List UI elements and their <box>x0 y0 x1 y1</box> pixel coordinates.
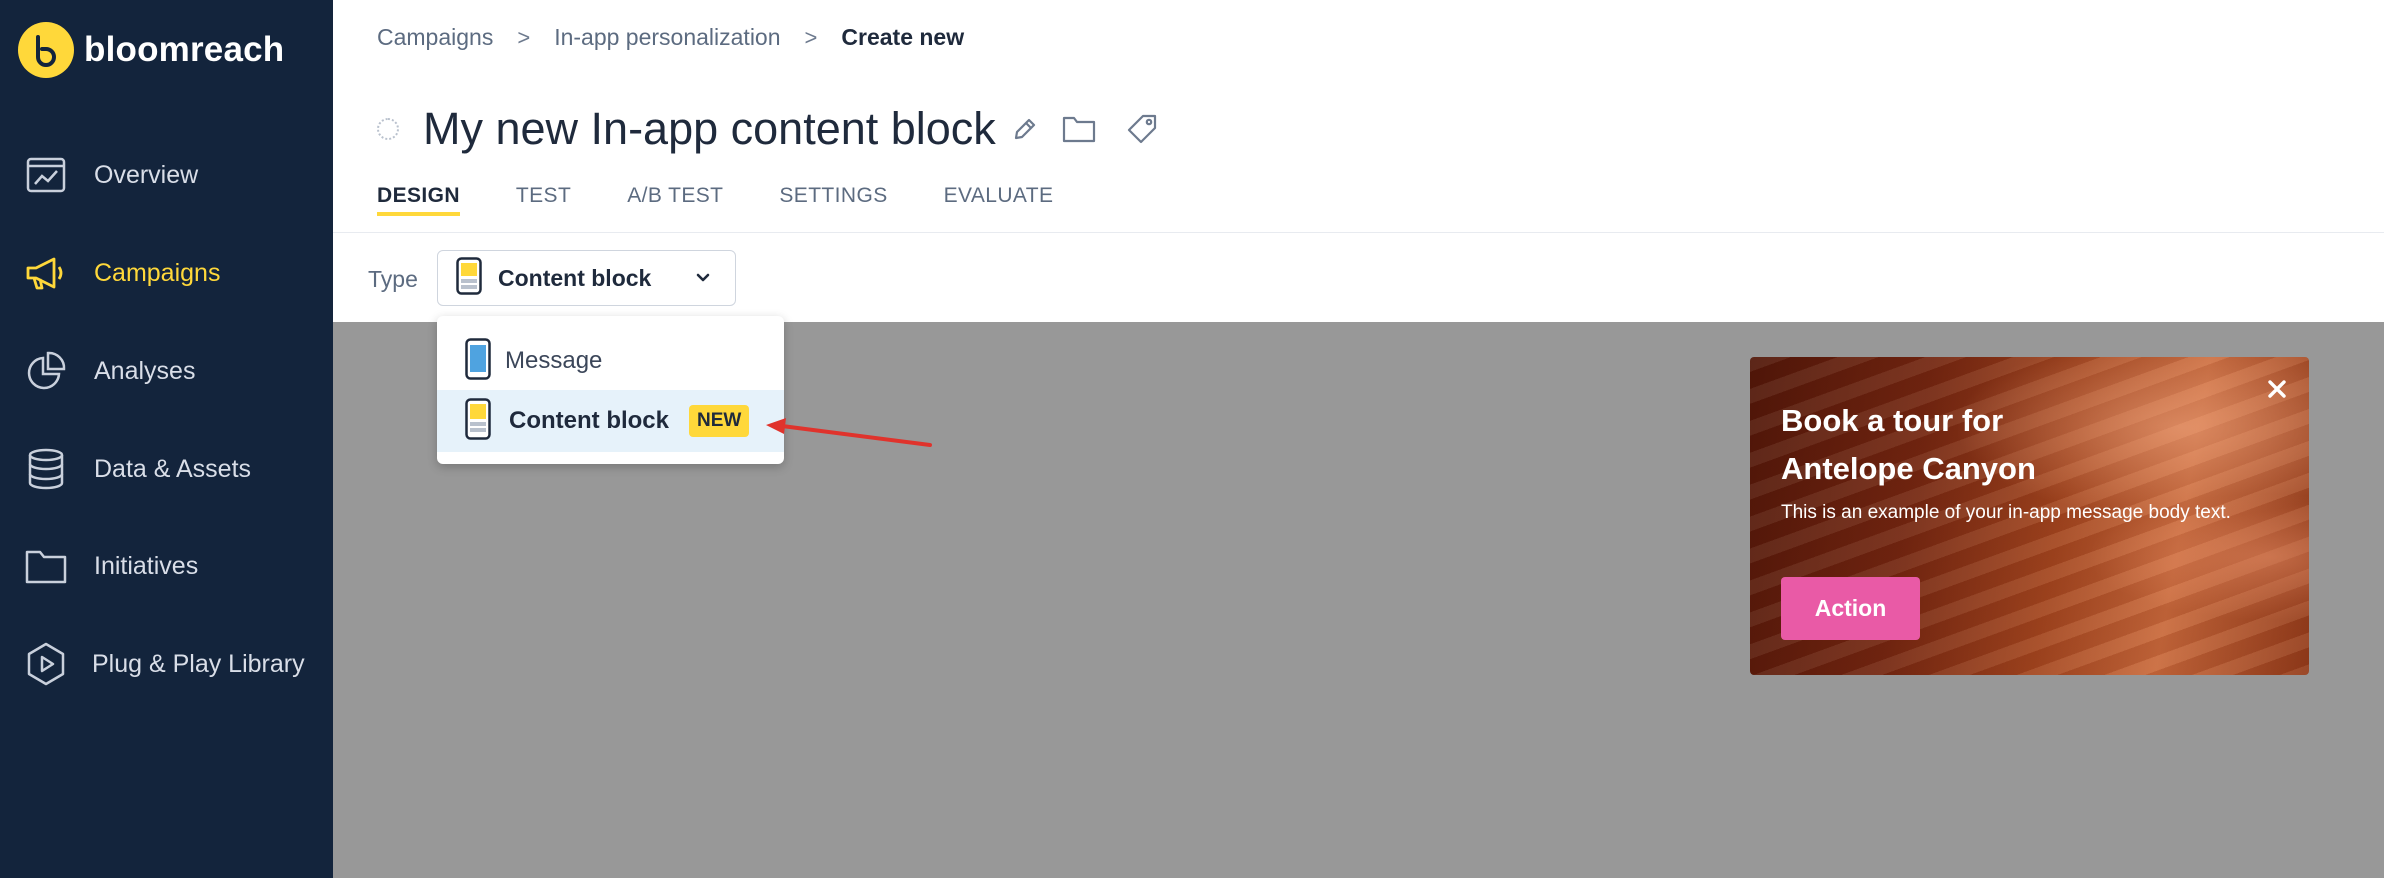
pie-chart-icon <box>24 349 68 393</box>
sidebar-item-label: Data & Assets <box>94 454 252 483</box>
breadcrumb-item-current: Create new <box>841 24 965 50</box>
database-icon <box>24 447 68 491</box>
tab-bar: DESIGN TEST A/B TEST SETTINGS EVALUATE <box>377 184 1109 232</box>
type-dropdown-menu: Message Content block NEW <box>437 316 784 464</box>
brand-name: bloomreach <box>84 30 285 69</box>
page-title: My new In-app content block <box>423 103 996 154</box>
preview-action-button[interactable]: Action <box>1781 577 1920 640</box>
dropdown-option-content-block[interactable]: Content block NEW <box>437 390 784 452</box>
folder-icon[interactable] <box>1062 114 1096 144</box>
sidebar-item-overview[interactable]: Overview <box>24 145 198 205</box>
tab-test[interactable]: TEST <box>516 184 571 232</box>
folder-icon <box>24 544 68 588</box>
breadcrumb-separator: > <box>517 24 531 50</box>
status-indicator <box>377 118 399 140</box>
tab-design[interactable]: DESIGN <box>377 184 460 232</box>
annotation-arrow <box>766 418 932 447</box>
new-badge: NEW <box>689 405 750 437</box>
megaphone-icon <box>24 251 68 295</box>
preview-title: Book a tour for Antelope Canyon <box>1781 403 2036 486</box>
sidebar-item-label: Overview <box>94 160 199 189</box>
sidebar-item-initiatives[interactable]: Initiatives <box>24 536 198 596</box>
dropdown-option-label: Message <box>505 347 603 374</box>
overview-icon <box>24 153 68 197</box>
tab-settings[interactable]: SETTINGS <box>779 184 887 232</box>
sidebar-item-plug-play-library[interactable]: Plug & Play Library <box>24 634 305 694</box>
sidebar: bloomreach Overview Campaigns Analyses D… <box>0 0 333 878</box>
dropdown-option-label: Content block <box>509 407 669 434</box>
message-icon <box>465 337 491 385</box>
play-hexagon-icon <box>24 642 68 686</box>
logo[interactable]: bloomreach <box>18 22 284 78</box>
tag-icon[interactable] <box>1126 113 1158 145</box>
breadcrumb-separator: > <box>804 24 818 50</box>
sidebar-item-label: Initiatives <box>94 551 199 580</box>
content-block-icon <box>465 397 491 445</box>
dropdown-option-message[interactable]: Message <box>437 330 784 392</box>
sidebar-item-label: Campaigns <box>94 258 221 287</box>
edit-pencil-icon[interactable] <box>1012 116 1038 142</box>
bloomreach-logo-icon <box>18 22 74 78</box>
chevron-down-icon <box>693 267 713 292</box>
tab-ab-test[interactable]: A/B TEST <box>627 184 723 232</box>
breadcrumb-item-campaigns[interactable]: Campaigns <box>377 24 493 51</box>
type-label: Type <box>368 266 418 292</box>
close-icon[interactable] <box>2265 377 2289 401</box>
sidebar-item-label: Plug & Play Library <box>92 649 305 678</box>
sidebar-item-campaigns[interactable]: Campaigns <box>24 243 220 303</box>
tabs-divider <box>333 232 2384 233</box>
in-app-preview-card: Book a tour for Antelope Canyon This is … <box>1750 357 2309 675</box>
sidebar-item-analyses[interactable]: Analyses <box>24 341 195 401</box>
preview-body: This is an example of your in-app messag… <box>1781 502 2231 523</box>
type-select[interactable]: Content block <box>437 250 736 306</box>
breadcrumb: Campaigns > In-app personalization > Cre… <box>377 24 964 51</box>
sidebar-item-label: Analyses <box>94 356 196 385</box>
content-block-icon <box>456 256 482 300</box>
title-row: My new In-app content block <box>377 97 1158 161</box>
sidebar-item-data-assets[interactable]: Data & Assets <box>24 439 251 499</box>
tab-evaluate[interactable]: EVALUATE <box>944 184 1054 232</box>
breadcrumb-item-in-app-personalization[interactable]: In-app personalization <box>554 24 780 51</box>
type-select-value: Content block <box>498 264 652 291</box>
